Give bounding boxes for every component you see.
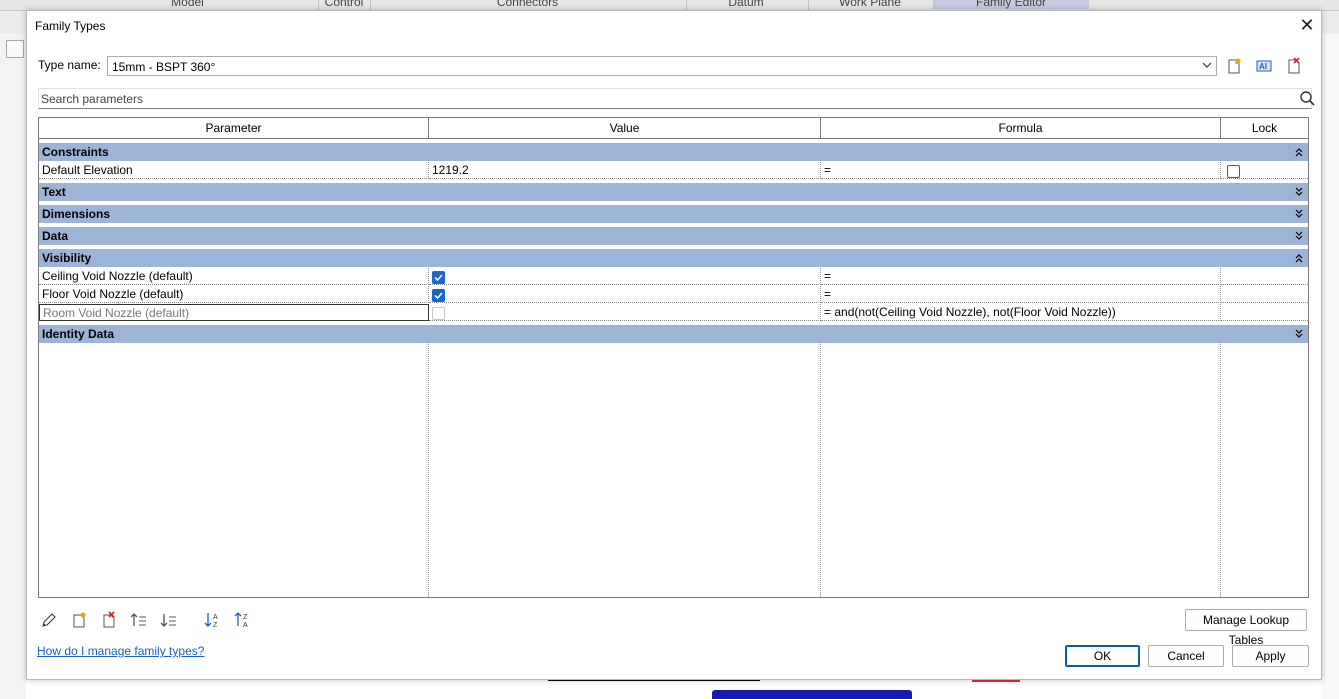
group-label: Visibility — [42, 251, 92, 265]
new-type-icon[interactable] — [1225, 57, 1243, 75]
ceiling-void-checkbox[interactable] — [432, 271, 445, 284]
move-up-icon[interactable] — [130, 611, 148, 629]
svg-text:Z: Z — [243, 614, 248, 621]
expand-group-icon[interactable] — [1294, 186, 1304, 198]
type-name-dropdown[interactable]: 15mm - BSPT 360° — [107, 56, 1217, 76]
background-left-panel — [0, 34, 26, 699]
lock-cell — [1221, 304, 1308, 321]
group-text[interactable]: Text — [39, 183, 1308, 201]
type-name-label: Type name: — [38, 58, 101, 72]
ribbon-tab-work-plane[interactable]: Work Plane — [830, 0, 910, 9]
lock-cell — [1221, 162, 1308, 179]
background-drawing-text — [712, 690, 912, 699]
column-divider — [820, 342, 821, 597]
column-divider — [1220, 342, 1221, 597]
lock-cell — [1221, 286, 1308, 303]
type-name-value: 15mm - BSPT 360° — [112, 60, 216, 74]
column-header-parameter[interactable]: Parameter — [39, 118, 429, 139]
lock-checkbox[interactable] — [1227, 165, 1240, 178]
svg-text:AI: AI — [1259, 62, 1267, 71]
parameter-name[interactable]: Room Void Nozzle (default) — [39, 304, 429, 321]
value-cell — [429, 304, 821, 321]
manage-lookup-tables-button[interactable]: Manage Lookup Tables — [1185, 609, 1307, 647]
column-header-lock[interactable]: Lock — [1221, 118, 1308, 139]
chevron-down-icon — [1202, 62, 1212, 68]
delete-parameter-icon[interactable] — [100, 611, 118, 629]
svg-text:A: A — [243, 622, 248, 629]
ok-button[interactable]: OK — [1065, 645, 1140, 667]
background-drawing-red-line — [972, 680, 1020, 682]
parameter-formula[interactable]: = — [821, 286, 1221, 303]
expand-group-icon[interactable] — [1294, 208, 1304, 220]
cancel-button[interactable]: Cancel — [1148, 645, 1224, 667]
ribbon-tab-control[interactable]: Control — [318, 0, 370, 9]
svg-text:Z: Z — [213, 622, 218, 629]
svg-text:A: A — [213, 614, 218, 621]
parameter-name[interactable]: Default Elevation — [39, 162, 429, 179]
ribbon-tab-family-editor[interactable]: Family Editor — [933, 0, 1089, 9]
group-label: Data — [42, 229, 69, 243]
parameter-formula[interactable]: = — [821, 268, 1221, 285]
ribbon-tab-connectors[interactable]: Connectors — [470, 0, 585, 9]
group-label: Identity Data — [42, 327, 115, 341]
parameter-formula[interactable]: = and(not(Ceiling Void Nozzle), not(Floo… — [821, 304, 1221, 321]
background-drawing-line — [548, 680, 760, 681]
ribbon-separator — [808, 0, 809, 10]
value-cell — [429, 286, 821, 303]
expand-group-icon[interactable] — [1294, 328, 1304, 340]
parameter-name[interactable]: Floor Void Nozzle (default) — [39, 286, 429, 303]
search-parameters-field[interactable]: Search parameters — [38, 88, 1315, 109]
ribbon-separator — [370, 0, 371, 10]
background-canvas — [26, 679, 1321, 699]
table-row: Ceiling Void Nozzle (default) = — [39, 268, 1308, 286]
parameter-value[interactable]: 1219.2 — [429, 162, 821, 179]
table-row: Default Elevation 1219.2 = — [39, 162, 1308, 180]
value-cell — [429, 268, 821, 285]
dialog-title: Family Types — [35, 19, 106, 33]
group-constraints[interactable]: Constraints — [39, 143, 1308, 161]
expand-group-icon[interactable] — [1294, 230, 1304, 242]
group-label: Dimensions — [42, 207, 111, 221]
ribbon-separator — [686, 0, 687, 10]
floor-void-checkbox[interactable] — [432, 289, 445, 302]
new-parameter-icon[interactable] — [70, 611, 88, 629]
lock-cell — [1221, 268, 1308, 285]
background-right-panel — [1321, 34, 1339, 699]
background-panel-button[interactable] — [6, 40, 24, 58]
table-row: Floor Void Nozzle (default) = — [39, 286, 1308, 304]
parameter-name[interactable]: Ceiling Void Nozzle (default) — [39, 268, 429, 285]
search-icon[interactable] — [1299, 90, 1315, 106]
family-types-dialog: Family Types ✕ Type name: 15mm - BSPT 36… — [26, 10, 1322, 680]
sort-ascending-icon[interactable]: AZ — [204, 611, 222, 629]
group-label: Text — [42, 185, 66, 199]
table-row: Room Void Nozzle (default) = and(not(Cei… — [39, 304, 1308, 322]
group-dimensions[interactable]: Dimensions — [39, 205, 1308, 223]
search-placeholder: Search parameters — [41, 92, 144, 106]
group-label: Constraints — [42, 145, 109, 159]
ribbon-tab-model[interactable]: Model — [140, 0, 235, 9]
group-data[interactable]: Data — [39, 227, 1308, 245]
parameter-formula[interactable]: = — [821, 162, 1221, 179]
collapse-group-icon[interactable] — [1294, 252, 1304, 264]
delete-type-icon[interactable] — [1285, 57, 1303, 75]
column-header-formula[interactable]: Formula — [821, 118, 1221, 139]
parameters-grid: Parameter Value Formula Lock Constraints… — [38, 117, 1309, 598]
apply-button[interactable]: Apply — [1232, 645, 1309, 667]
group-visibility[interactable]: Visibility — [39, 249, 1308, 267]
room-void-checkbox[interactable] — [432, 307, 445, 320]
close-icon[interactable]: ✕ — [1297, 15, 1317, 35]
group-identity-data[interactable]: Identity Data — [39, 325, 1308, 343]
collapse-group-icon[interactable] — [1294, 146, 1304, 158]
dialog-titlebar[interactable]: Family Types ✕ — [27, 11, 1321, 41]
column-divider — [428, 342, 429, 597]
rename-type-icon[interactable]: AI — [1255, 57, 1273, 75]
column-header-value[interactable]: Value — [429, 118, 821, 139]
help-link[interactable]: How do I manage family types? — [37, 644, 204, 658]
edit-parameter-icon[interactable] — [40, 611, 58, 629]
ribbon-tab-datum[interactable]: Datum — [715, 0, 777, 9]
sort-descending-icon[interactable]: ZA — [234, 611, 252, 629]
move-down-icon[interactable] — [160, 611, 178, 629]
